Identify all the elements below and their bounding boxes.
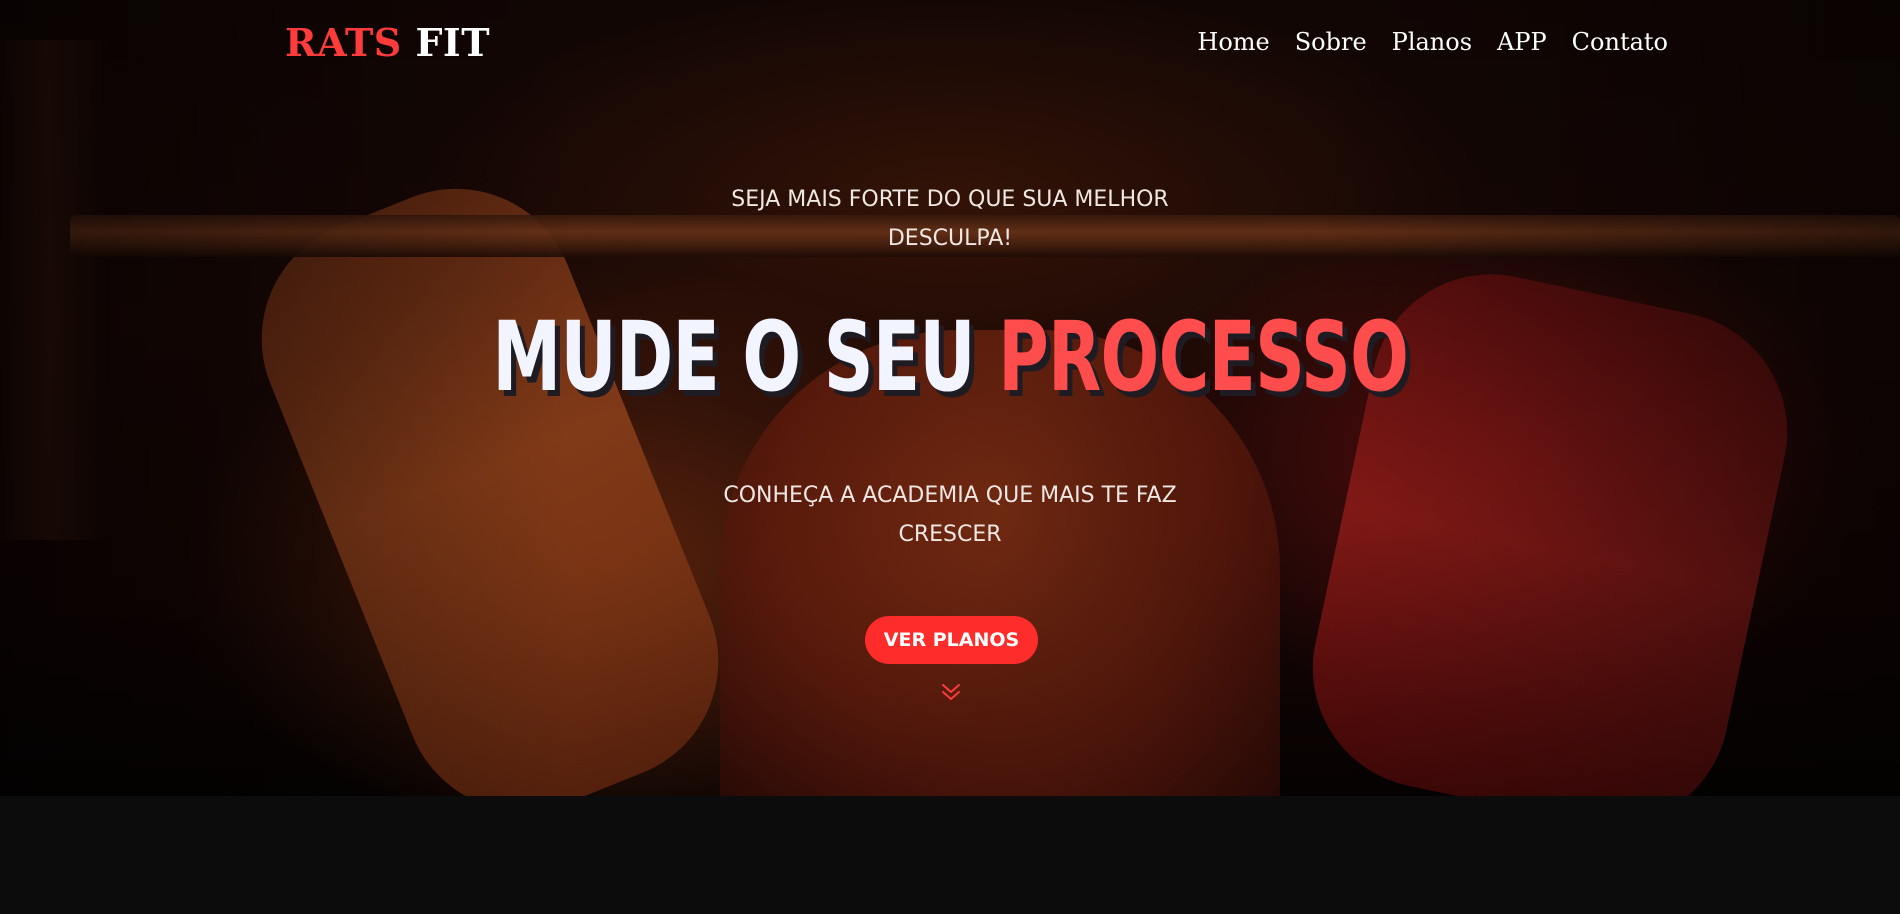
brand-logo-rats: RATS: [285, 20, 402, 65]
next-section: [0, 796, 1900, 914]
ver-planos-button[interactable]: VER PLANOS: [865, 616, 1038, 664]
chevron-double-down-icon[interactable]: [939, 680, 963, 704]
hero-tagline: SEJA MAIS FORTE DO QUE SUA MELHOR DESCUL…: [731, 187, 1169, 251]
hero-headline-red: PROCESSO: [998, 301, 1409, 413]
top-navbar: RATS FIT Home Sobre Planos APP Contato: [0, 0, 1900, 86]
nav-menu: Home Sobre Planos APP Contato: [1197, 22, 1668, 62]
nav-item-contato[interactable]: Contato: [1572, 28, 1668, 56]
nav-item-app[interactable]: APP: [1497, 28, 1547, 56]
nav-item-sobre[interactable]: Sobre: [1295, 28, 1367, 56]
brand-logo-fit: FIT: [415, 20, 490, 65]
brand-logo[interactable]: RATS FIT: [285, 19, 490, 67]
hero-headline-white: MUDE O SEU: [492, 301, 975, 413]
nav-item-planos[interactable]: Planos: [1392, 28, 1472, 56]
hero-section: RATS FIT Home Sobre Planos APP Contato S…: [0, 0, 1900, 796]
nav-item-home[interactable]: Home: [1197, 28, 1269, 56]
hero-subline: CONHEÇA A ACADEMIA QUE MAIS TE FAZ CRESC…: [723, 483, 1177, 547]
hero-headline: MUDE O SEU PROCESSO: [266, 302, 1634, 412]
